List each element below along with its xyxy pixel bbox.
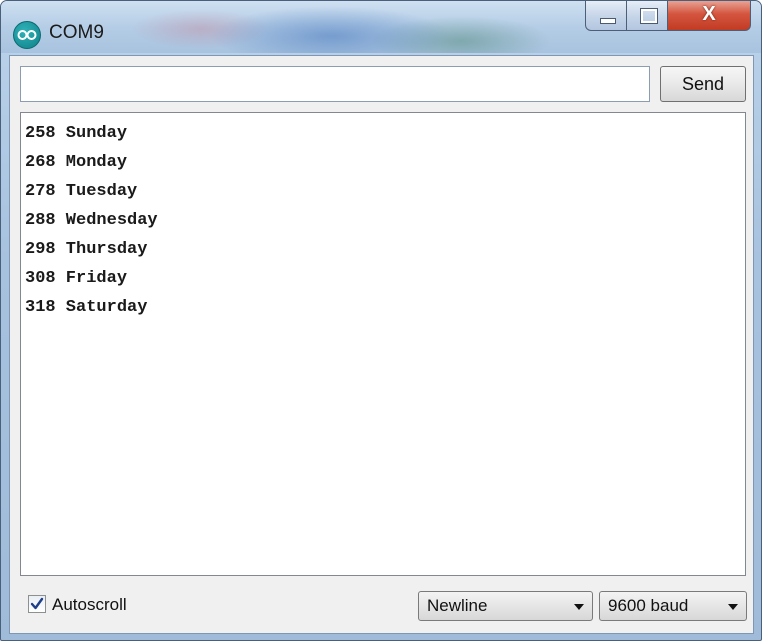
window-title: COM9 bbox=[49, 22, 104, 43]
output-line: 288 Wednesday bbox=[25, 211, 158, 230]
status-footer: Autoscroll Newline 9600 baud bbox=[10, 576, 753, 633]
output-line: 278 Tuesday bbox=[25, 182, 138, 201]
output-line: 318 Saturday bbox=[25, 298, 148, 317]
chevron-down-icon bbox=[728, 604, 738, 610]
maximize-button[interactable] bbox=[626, 1, 668, 31]
minimize-button[interactable] bbox=[585, 1, 627, 31]
serial-monitor-body: Send 258 Sunday 268 Monday 278 Tuesday 2… bbox=[9, 55, 754, 634]
check-icon bbox=[30, 597, 44, 610]
serial-input-field[interactable] bbox=[20, 66, 650, 102]
autoscroll-checkbox[interactable] bbox=[28, 595, 46, 613]
output-line: 298 Thursday bbox=[25, 240, 148, 259]
serial-output-area[interactable]: 258 Sunday 268 Monday 278 Tuesday 288 We… bbox=[20, 112, 746, 576]
baud-rate-select[interactable]: 9600 baud bbox=[599, 591, 747, 621]
autoscroll-label[interactable]: Autoscroll bbox=[52, 595, 127, 615]
line-ending-value: Newline bbox=[427, 596, 488, 615]
close-icon: X bbox=[702, 3, 716, 25]
chevron-down-icon bbox=[574, 604, 584, 610]
minimize-icon bbox=[600, 18, 616, 24]
serial-monitor-window: COM9 X Send 258 Sunday 268 Monday 278 Tu… bbox=[0, 0, 762, 641]
output-line: 258 Sunday bbox=[25, 124, 128, 143]
maximize-icon bbox=[640, 8, 658, 24]
output-line: 308 Friday bbox=[25, 269, 128, 288]
send-button[interactable]: Send bbox=[660, 66, 746, 102]
line-ending-select[interactable]: Newline bbox=[418, 591, 593, 621]
close-button[interactable]: X bbox=[667, 1, 751, 31]
title-bar[interactable]: COM9 X bbox=[1, 1, 761, 53]
arduino-icon bbox=[13, 21, 41, 49]
baud-rate-value: 9600 baud bbox=[608, 596, 689, 615]
output-line: 268 Monday bbox=[25, 153, 128, 172]
